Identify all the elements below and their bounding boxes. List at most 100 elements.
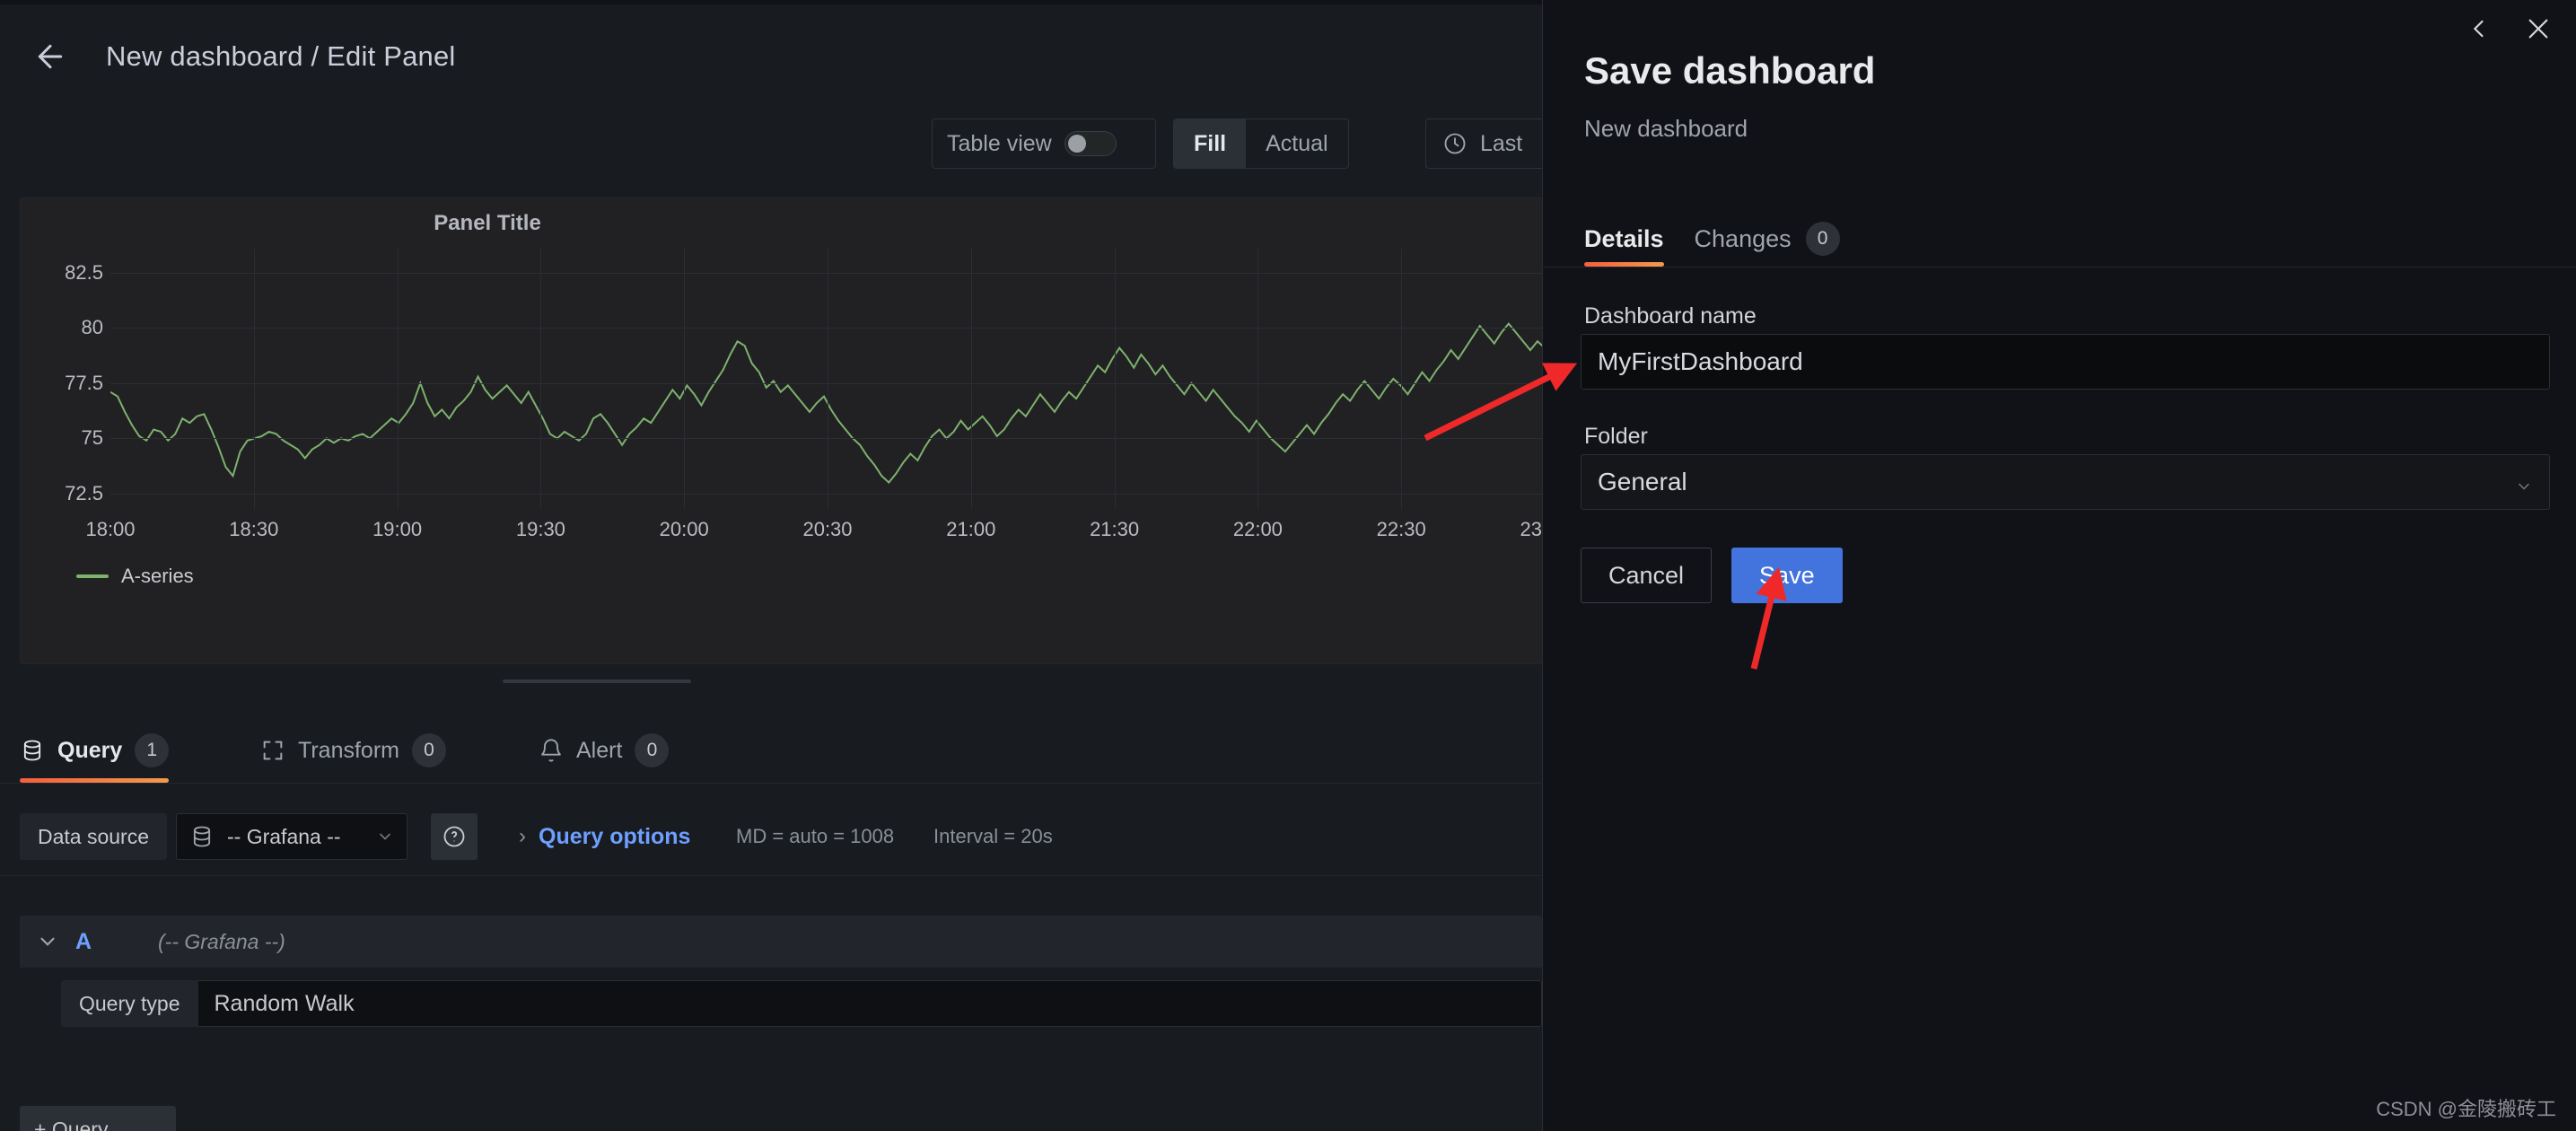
gridline-vertical (540, 249, 541, 509)
add-query-label: + Query (34, 1118, 108, 1131)
datasource-picker[interactable]: -- Grafana -- (176, 813, 407, 860)
x-tick-label: 22:30 (1377, 518, 1426, 541)
tab-details[interactable]: Details (1584, 211, 1664, 267)
tab-transform-count: 0 (412, 733, 446, 767)
tab-query-label: Query (57, 738, 122, 764)
drawer-subtitle: New dashboard (1584, 115, 1748, 143)
gridline-vertical (1401, 249, 1402, 509)
gridline-vertical (254, 249, 255, 509)
time-range-label: Last (1480, 131, 1522, 157)
chevron-down-icon (376, 828, 394, 846)
datasource-row: Data source -- Grafana -- (0, 803, 1542, 871)
fill-actual-radio-group[interactable]: Fill Actual (1173, 118, 1349, 169)
x-tick-label: 19:30 (516, 518, 565, 541)
watermark: CSDN @金陵搬砖工 (2376, 1093, 2556, 1122)
y-tick-label: 75 (82, 426, 103, 450)
top-bar-strip (0, 0, 1542, 4)
x-tick-label: 20:30 (802, 518, 852, 541)
tab-alert[interactable]: Alert 0 (539, 718, 669, 783)
folder-label: Folder (1584, 424, 1648, 450)
y-tick-label: 80 (82, 316, 103, 339)
gridline-vertical (1115, 249, 1116, 509)
gridline-vertical (971, 249, 972, 509)
add-query-button[interactable]: + Query (20, 1106, 176, 1131)
close-icon[interactable] (2520, 11, 2556, 47)
chevron-right-icon: › (519, 824, 526, 849)
tab-changes[interactable]: Changes 0 (1695, 211, 1840, 267)
query-row-header[interactable]: A (-- Grafana --) (20, 916, 1542, 968)
chevron-down-icon (2515, 473, 2533, 491)
folder-select[interactable]: General (1581, 454, 2550, 510)
database-icon (189, 824, 215, 849)
y-tick-label: 77.5 (65, 372, 103, 395)
table-view-toggle[interactable]: Table view (932, 118, 1156, 169)
x-axis: 18:0018:3019:0019:3020:0020:3021:0021:30… (110, 518, 1545, 554)
arrow-left-icon[interactable] (32, 39, 68, 75)
switch-knob (1068, 135, 1086, 153)
tab-query-count: 1 (135, 733, 169, 767)
question-circle-icon (442, 824, 467, 849)
tab-transform[interactable]: Transform 0 (260, 718, 446, 783)
tab-alert-label: Alert (576, 738, 622, 764)
cancel-button[interactable]: Cancel (1581, 548, 1712, 603)
datasource-divider (0, 875, 1542, 876)
tab-details-label: Details (1584, 225, 1664, 253)
dashboard-name-value: MyFirstDashboard (1598, 347, 1803, 376)
panel-title: Panel Title (21, 211, 954, 236)
y-tick-label: 72.5 (65, 482, 103, 505)
query-ref-id[interactable]: A (75, 929, 158, 955)
app-root: New dashboard / Edit Panel Table view Fi… (0, 0, 2576, 1131)
x-tick-label: 20:00 (660, 518, 709, 541)
tab-changes-label: Changes (1695, 225, 1792, 253)
drawer-controls (2461, 11, 2556, 47)
table-view-label: Table view (947, 131, 1052, 157)
panel-resize-handle[interactable] (503, 679, 691, 683)
tabs-divider (0, 783, 1542, 784)
tab-changes-count: 0 (1806, 222, 1840, 256)
gridline-vertical (1257, 249, 1258, 509)
datasource-value: -- Grafana -- (227, 825, 364, 849)
grid (110, 249, 1545, 509)
y-tick-label: 82.5 (65, 261, 103, 285)
legend-label[interactable]: A-series (121, 565, 194, 588)
x-tick-label: 22:00 (1233, 518, 1283, 541)
folder-value: General (1598, 468, 1687, 496)
x-tick-label: 18:30 (229, 518, 278, 541)
query-fields: Query type Random Walk (20, 968, 1542, 1027)
transform-icon (260, 738, 285, 763)
fill-option[interactable]: Fill (1174, 119, 1246, 168)
breadcrumb[interactable]: New dashboard / Edit Panel (106, 40, 456, 73)
database-icon (20, 738, 45, 763)
x-tick-label: 21:30 (1090, 518, 1139, 541)
save-dashboard-drawer: Save dashboard New dashboard Details Cha… (1542, 0, 2576, 1131)
tab-alert-count: 0 (635, 733, 669, 767)
tab-transform-label: Transform (298, 738, 399, 764)
legend[interactable]: A-series (76, 565, 194, 588)
query-options-toggle[interactable]: › Query options (519, 813, 690, 860)
save-button[interactable]: Save (1731, 548, 1843, 603)
y-axis: 72.5 75 77.5 80 82.5 (21, 249, 103, 509)
table-view-switch[interactable] (1065, 131, 1117, 156)
bell-icon (539, 738, 564, 763)
editor-tabs: Query 1 Transform 0 (0, 718, 1542, 783)
actual-option[interactable]: Actual (1246, 119, 1347, 168)
gridline-vertical (398, 249, 399, 509)
chevron-left-icon[interactable] (2461, 11, 2497, 47)
tab-query[interactable]: Query 1 (20, 718, 169, 783)
gridline-vertical (684, 249, 685, 509)
plot-area[interactable]: 72.5 75 77.5 80 82.5 18:00 18:30 19:00 19:30 20:… (21, 249, 1545, 608)
datasource-help-button[interactable] (431, 813, 478, 860)
x-tick-label: 21:00 (946, 518, 995, 541)
max-data-points-text: MD = auto = 1008 (736, 813, 894, 860)
clock-icon (1442, 131, 1468, 156)
panel-editor: New dashboard / Edit Panel Table view Fi… (0, 0, 1542, 1131)
x-tick-label: 19:00 (372, 518, 422, 541)
query-datasource-name: (-- Grafana --) (158, 930, 285, 954)
x-tick-label: 18:00 (85, 518, 135, 541)
query-type-select[interactable]: Random Walk (198, 980, 1543, 1027)
interval-text: Interval = 20s (933, 813, 1053, 860)
drawer-top-strip (1543, 0, 2576, 4)
chevron-down-icon[interactable] (20, 930, 75, 953)
query-options-label: Query options (539, 824, 690, 850)
dashboard-name-input[interactable]: MyFirstDashboard (1581, 334, 2550, 390)
